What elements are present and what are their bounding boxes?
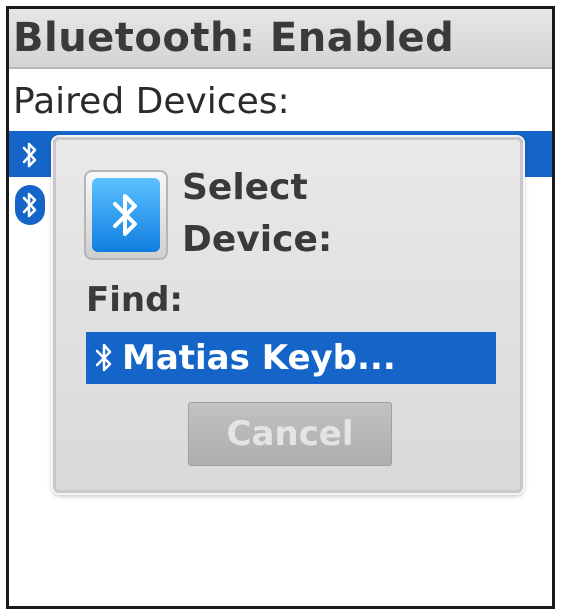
dialog-bluetooth-icon-frame	[84, 170, 168, 260]
bluetooth-icon	[92, 178, 160, 252]
title-bar: Bluetooth: Enabled	[9, 9, 552, 69]
bluetooth-icon	[15, 135, 45, 175]
paired-devices-label: Paired Devices:	[13, 81, 290, 122]
cancel-button[interactable]: Cancel	[188, 402, 392, 466]
found-device-item[interactable]: Matias Keyb...	[86, 332, 496, 384]
find-label: Find:	[86, 280, 184, 320]
bluetooth-icon	[94, 342, 114, 374]
found-device-name: Matias Keyb...	[122, 338, 396, 378]
dialog-title: Select Device:	[182, 167, 333, 260]
bluetooth-icon	[15, 185, 45, 225]
page-title: Bluetooth: Enabled	[13, 15, 455, 61]
select-device-dialog: Select Device: Find: Matias Keyb... Canc…	[53, 137, 523, 493]
phone-screen: Bluetooth: Enabled Paired Devices: Selec…	[6, 6, 555, 609]
